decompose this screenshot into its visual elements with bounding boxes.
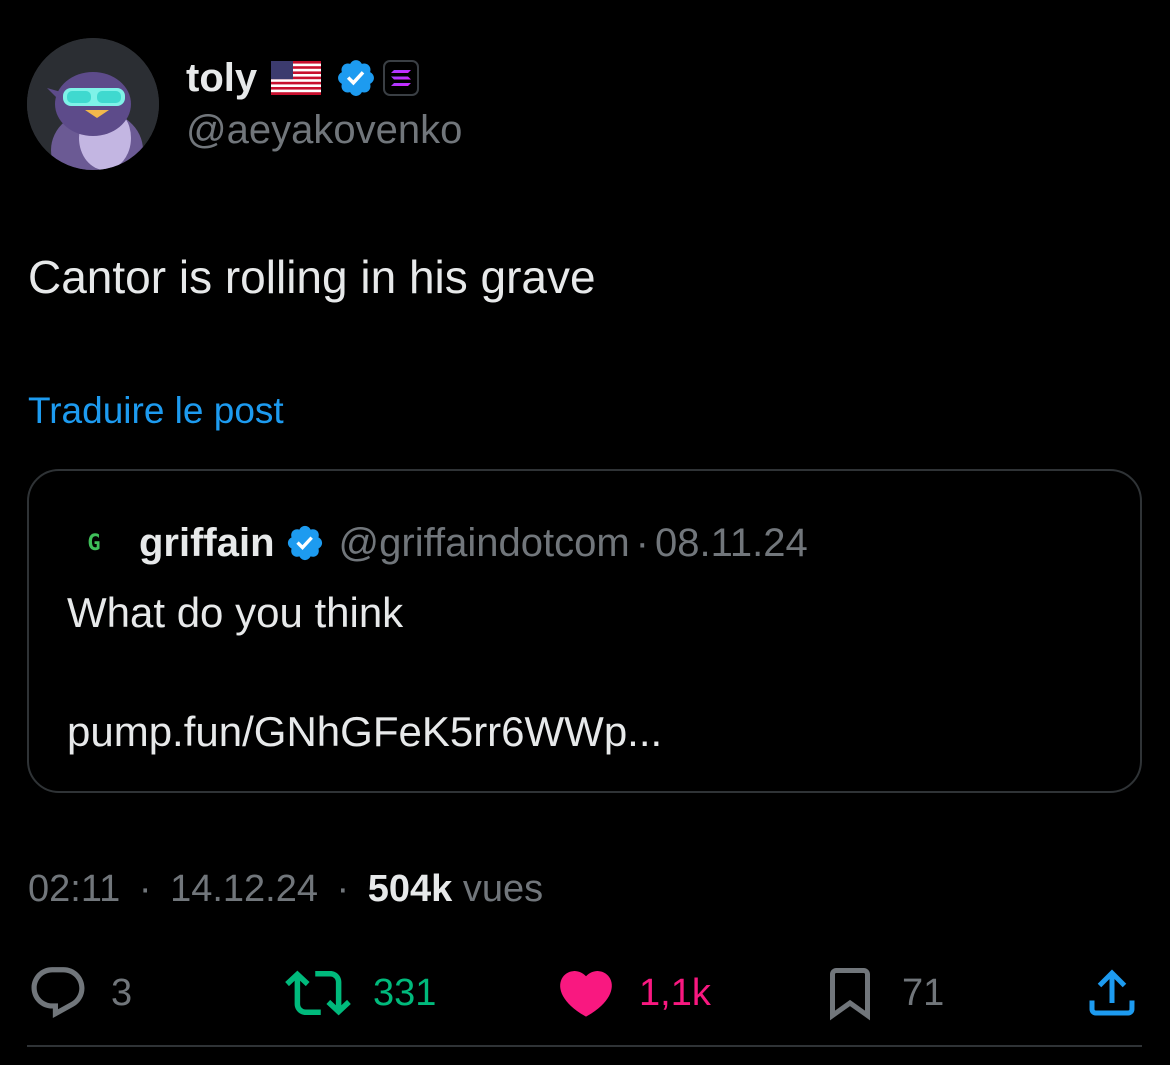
verified-badge-icon <box>287 525 322 561</box>
quoted-separator: · <box>635 520 649 565</box>
griffain-logo-icon[interactable]: G <box>77 526 111 560</box>
bookmark-button[interactable]: 71 <box>820 958 944 1028</box>
reply-button[interactable]: 3 <box>27 958 132 1028</box>
griffain-logo-letter: G <box>87 530 101 556</box>
reply-count: 3 <box>111 971 133 1014</box>
share-icon <box>1089 969 1135 1016</box>
author-avatar[interactable] <box>27 38 159 170</box>
quoted-date: 08.11.24 <box>655 520 808 565</box>
views-label: vues <box>462 868 544 910</box>
like-count: 1,1k <box>639 971 711 1014</box>
bottom-divider <box>27 1045 1142 1047</box>
like-button[interactable]: 1,1k <box>555 958 711 1028</box>
tweet-date[interactable]: 14.12.24 <box>170 868 318 910</box>
quoted-tweet-text: What do you think <box>67 589 404 636</box>
quoted-handle: @griffaindotcom <box>338 520 630 565</box>
quoted-tweet-card[interactable]: G griffain @griffaindotcom · 08.11.24 Wh… <box>27 469 1142 793</box>
tweet-meta: 02:11 · 14.12.24 · 504k vues <box>28 868 543 911</box>
verified-badge-icon[interactable] <box>335 57 377 99</box>
translate-post-link[interactable]: Traduire le post <box>28 390 284 432</box>
quoted-display-name: griffain <box>139 520 275 565</box>
meta-separator: · <box>138 868 152 910</box>
views-count: 504k <box>367 868 453 910</box>
author-header: toly <box>186 52 420 104</box>
quoted-tweet-link[interactable]: pump.fun/GNhGFeK5rr6WWp... <box>67 708 662 756</box>
us-flag-icon <box>271 61 322 95</box>
tweet-actions-bar: 3 331 1,1k 71 <box>0 958 1170 1028</box>
tweet-time[interactable]: 02:11 <box>28 868 120 910</box>
repost-button[interactable]: 331 <box>285 958 436 1028</box>
share-button[interactable] <box>1082 958 1142 1028</box>
repost-icon <box>285 970 351 1016</box>
author-handle[interactable]: @aeyakovenko <box>186 108 462 153</box>
tweet-text: Cantor is rolling in his grave <box>28 251 596 303</box>
repost-count: 331 <box>373 971 437 1014</box>
bookmark-count: 71 <box>902 971 945 1014</box>
solana-logo-icon[interactable] <box>383 60 420 96</box>
reply-icon <box>31 967 85 1019</box>
bookmark-icon <box>830 968 870 1021</box>
heart-icon <box>560 971 612 1017</box>
penguin-avatar-image <box>27 38 159 170</box>
quoted-tweet-header: G griffain @griffaindotcom · 08.11.24 <box>77 519 808 567</box>
author-display-name[interactable]: toly <box>186 56 257 101</box>
meta-separator: · <box>336 868 350 910</box>
solana-logo-glyph <box>391 70 412 86</box>
